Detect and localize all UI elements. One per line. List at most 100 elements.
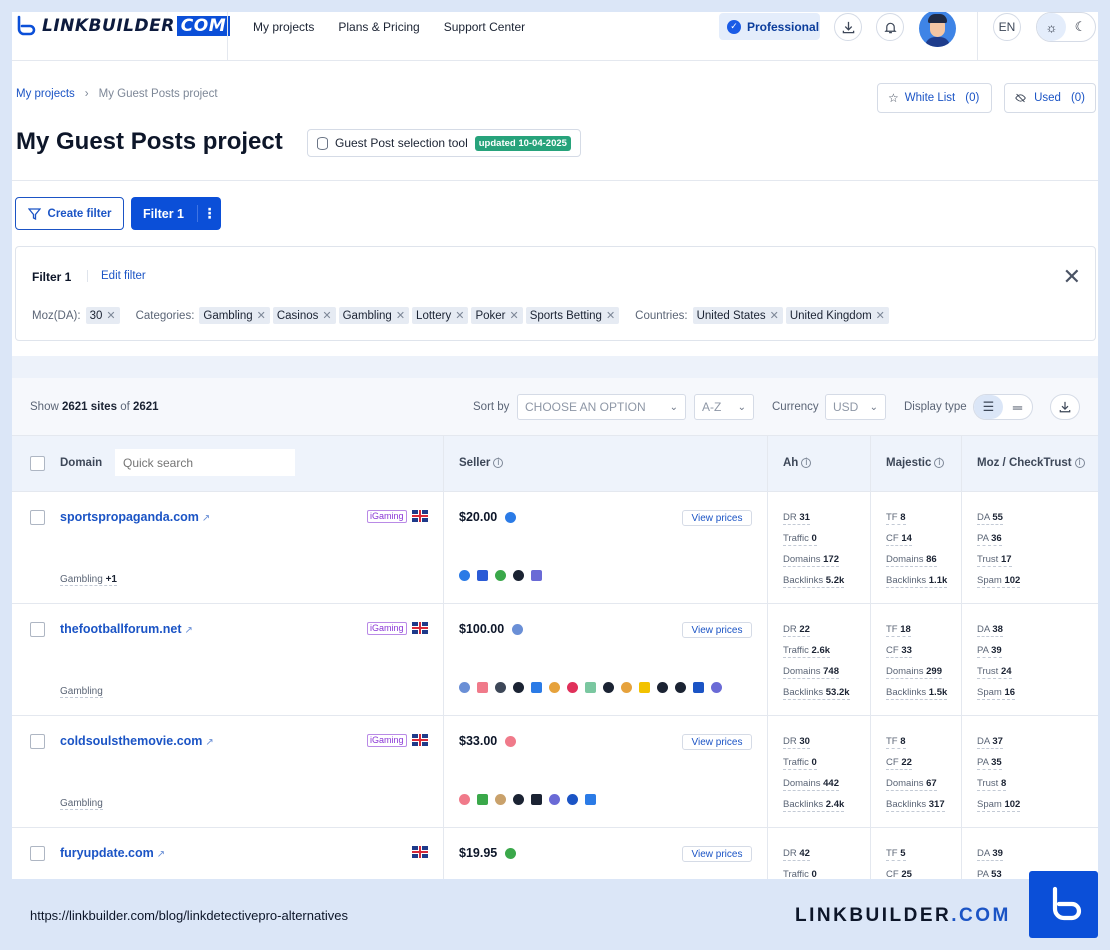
seller-icon[interactable] [513,794,524,805]
domain-link[interactable]: coldsoulsthemovie.com ↗ [60,734,214,748]
nav-plans-pricing[interactable]: Plans & Pricing [338,20,419,34]
theme-toggle[interactable]: ☼ ☾ [1036,12,1096,42]
seller-icon[interactable] [675,682,686,693]
plan-badge[interactable]: ✓ Professional [719,13,820,40]
display-type-toggle[interactable]: ☰ ═ [973,394,1033,420]
breadcrumb-root[interactable]: My projects [16,88,75,100]
remove-icon[interactable]: ✕ [106,309,115,322]
seller-icon[interactable] [505,511,517,523]
seller-icon[interactable] [459,570,470,581]
filter-chip[interactable]: Gambling ✕ [199,307,270,324]
filter-chip[interactable]: 30 ✕ [85,307,120,324]
logo[interactable]: LINKBUILDER COM [14,15,231,37]
row-checkbox[interactable] [30,510,45,525]
info-icon[interactable]: i [493,457,504,468]
col-domain[interactable]: Domain [60,457,102,469]
currency-select[interactable]: USD ⌄ [825,394,886,420]
filter-chip[interactable]: Sports Betting ✕ [525,307,620,324]
seller-icon[interactable] [495,794,506,805]
domain-link[interactable]: furyupdate.com ↗ [60,846,165,860]
list-icon[interactable]: ☰ [974,395,1003,419]
moon-icon[interactable]: ☾ [1066,13,1095,41]
seller-icon[interactable] [585,794,596,805]
row-checkbox[interactable] [30,734,45,749]
col-ah[interactable]: Ah i [783,457,812,469]
seller-icon[interactable] [639,682,650,693]
seller-icon[interactable] [657,682,668,693]
external-link-icon[interactable]: ↗ [157,849,165,860]
seller-icon[interactable] [531,682,542,693]
export-button[interactable] [1050,394,1080,420]
seller-icon[interactable] [505,847,517,859]
view-prices-button[interactable]: View prices [682,622,752,638]
close-icon[interactable]: ✕ [1063,264,1081,290]
external-link-icon[interactable]: ↗ [205,737,213,748]
avatar[interactable] [919,12,956,47]
remove-icon[interactable]: ✕ [396,309,405,322]
row-checkbox[interactable] [30,846,45,861]
seller-icon[interactable] [531,570,542,581]
filter-chip[interactable]: Gambling ✕ [338,307,410,324]
seller-icon[interactable] [585,682,596,693]
seller-icon[interactable] [567,794,578,805]
external-link-icon[interactable]: ↗ [185,625,193,636]
info-icon[interactable]: i [801,457,812,468]
nav-support-center[interactable]: Support Center [444,20,525,34]
seller-icon[interactable] [477,682,488,693]
filter-1-button[interactable]: Filter 1 ⋮ [131,197,221,230]
remove-icon[interactable]: ✕ [322,309,331,322]
seller-icon[interactable] [693,682,704,693]
col-seller[interactable]: Seller i [459,457,504,469]
seller-icon[interactable] [513,682,524,693]
remove-icon[interactable]: ✕ [876,309,885,322]
filter-chip[interactable]: Poker ✕ [471,307,523,324]
filter-chip[interactable]: United States ✕ [692,307,783,324]
more-vertical-icon[interactable]: ⋮ [197,205,221,222]
filter-chip[interactable]: Casinos ✕ [272,307,336,324]
seller-icon[interactable] [549,794,560,805]
filter-chip[interactable]: United Kingdom ✕ [785,307,889,324]
create-filter-button[interactable]: Create filter [15,197,124,230]
seller-icon[interactable] [513,570,524,581]
view-prices-button[interactable]: View prices [682,846,752,862]
info-icon[interactable]: i [1074,457,1085,468]
nav-my-projects[interactable]: My projects [253,20,314,34]
row-checkbox[interactable] [30,622,45,637]
remove-icon[interactable]: ✕ [509,309,518,322]
seller-icon[interactable] [603,682,614,693]
seller-icon[interactable] [495,682,506,693]
language-switch[interactable]: EN [993,13,1021,41]
view-prices-button[interactable]: View prices [682,510,752,526]
sun-icon[interactable]: ☼ [1037,13,1066,41]
seller-icon[interactable] [567,682,578,693]
seller-icon[interactable] [549,682,560,693]
used-button[interactable]: Used (0) [1004,83,1096,113]
download-button[interactable] [834,13,862,41]
seller-icon[interactable] [505,735,517,747]
remove-icon[interactable]: ✕ [455,309,464,322]
sort-select[interactable]: CHOOSE AN OPTION ⌄ [517,394,686,420]
remove-icon[interactable]: ✕ [257,309,266,322]
domain-link[interactable]: thefootballforum.net ↗ [60,622,193,636]
filter-chip[interactable]: Lottery ✕ [412,307,469,324]
quick-search-input[interactable] [115,449,295,476]
seller-icon[interactable] [477,570,488,581]
info-icon[interactable]: i [934,457,945,468]
seller-icon[interactable] [531,794,542,805]
remove-icon[interactable]: ✕ [770,309,779,322]
seller-icon[interactable] [495,570,506,581]
col-moz[interactable]: Moz / CheckTrust i [977,457,1085,469]
remove-icon[interactable]: ✕ [606,309,615,322]
order-select[interactable]: A-Z ⌄ [694,394,754,420]
view-prices-button[interactable]: View prices [682,734,752,750]
col-majestic[interactable]: Majestic i [886,457,945,469]
seller-icon[interactable] [711,682,722,693]
compact-list-icon[interactable]: ═ [1003,395,1032,419]
edit-filter-link[interactable]: Edit filter [87,270,146,282]
seller-icon[interactable] [621,682,632,693]
notifications-button[interactable] [876,13,904,41]
select-all-checkbox[interactable] [30,456,45,471]
seller-icon[interactable] [512,623,524,635]
white-list-button[interactable]: ☆ White List (0) [877,83,992,113]
domain-link[interactable]: sportspropaganda.com ↗ [60,510,210,524]
